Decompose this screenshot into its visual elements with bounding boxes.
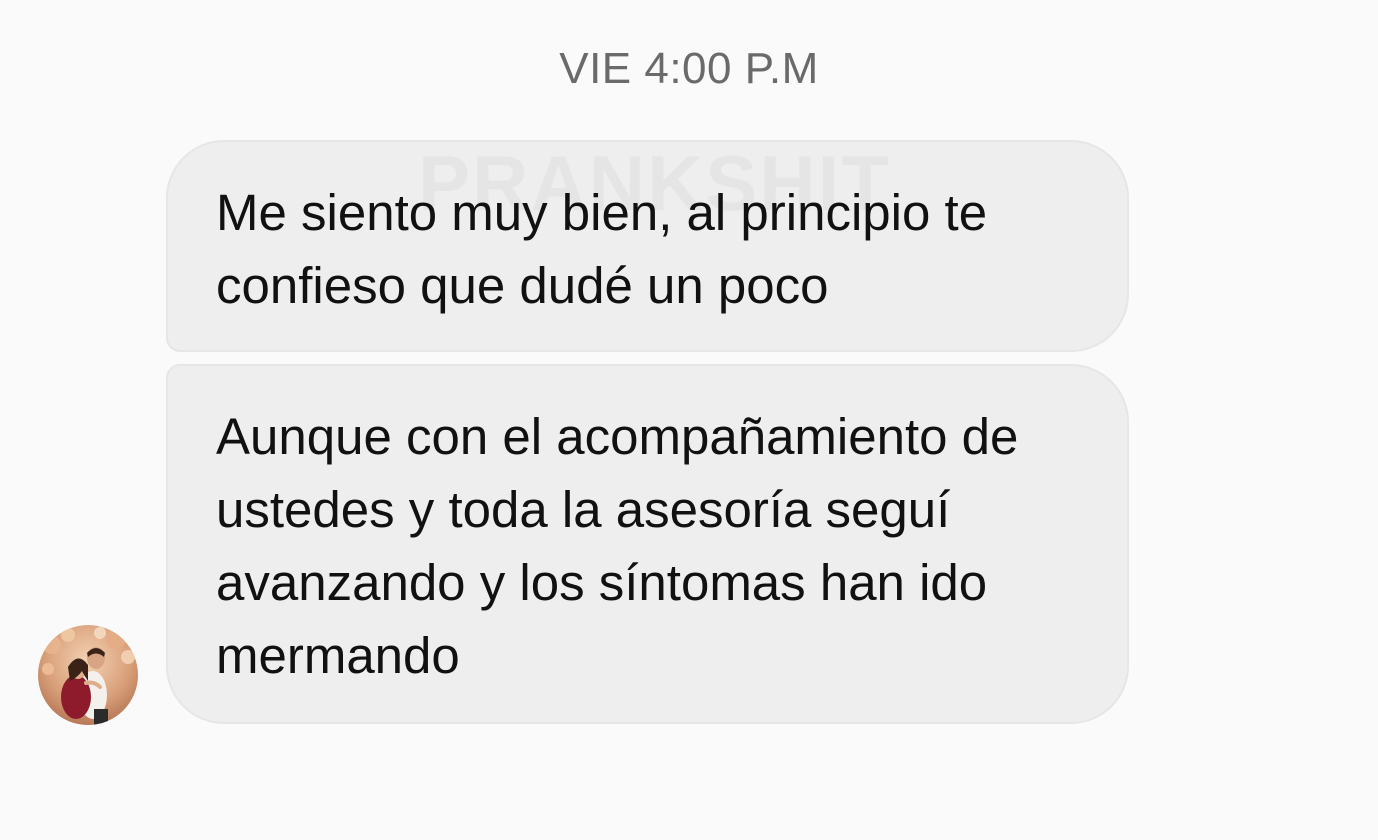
avatar[interactable]	[38, 625, 138, 725]
message-text: Aunque con el acompañamiento de ustedes …	[216, 408, 1019, 684]
message-bubble[interactable]: Aunque con el acompañamiento de ustedes …	[166, 364, 1129, 724]
message-text: Me siento muy bien, al principio te conf…	[216, 184, 988, 314]
message-bubble[interactable]: Me siento muy bien, al principio te conf…	[166, 140, 1129, 352]
message-timestamp: VIE 4:00 P.M	[559, 44, 819, 93]
couple-photo-avatar-icon	[38, 625, 138, 725]
